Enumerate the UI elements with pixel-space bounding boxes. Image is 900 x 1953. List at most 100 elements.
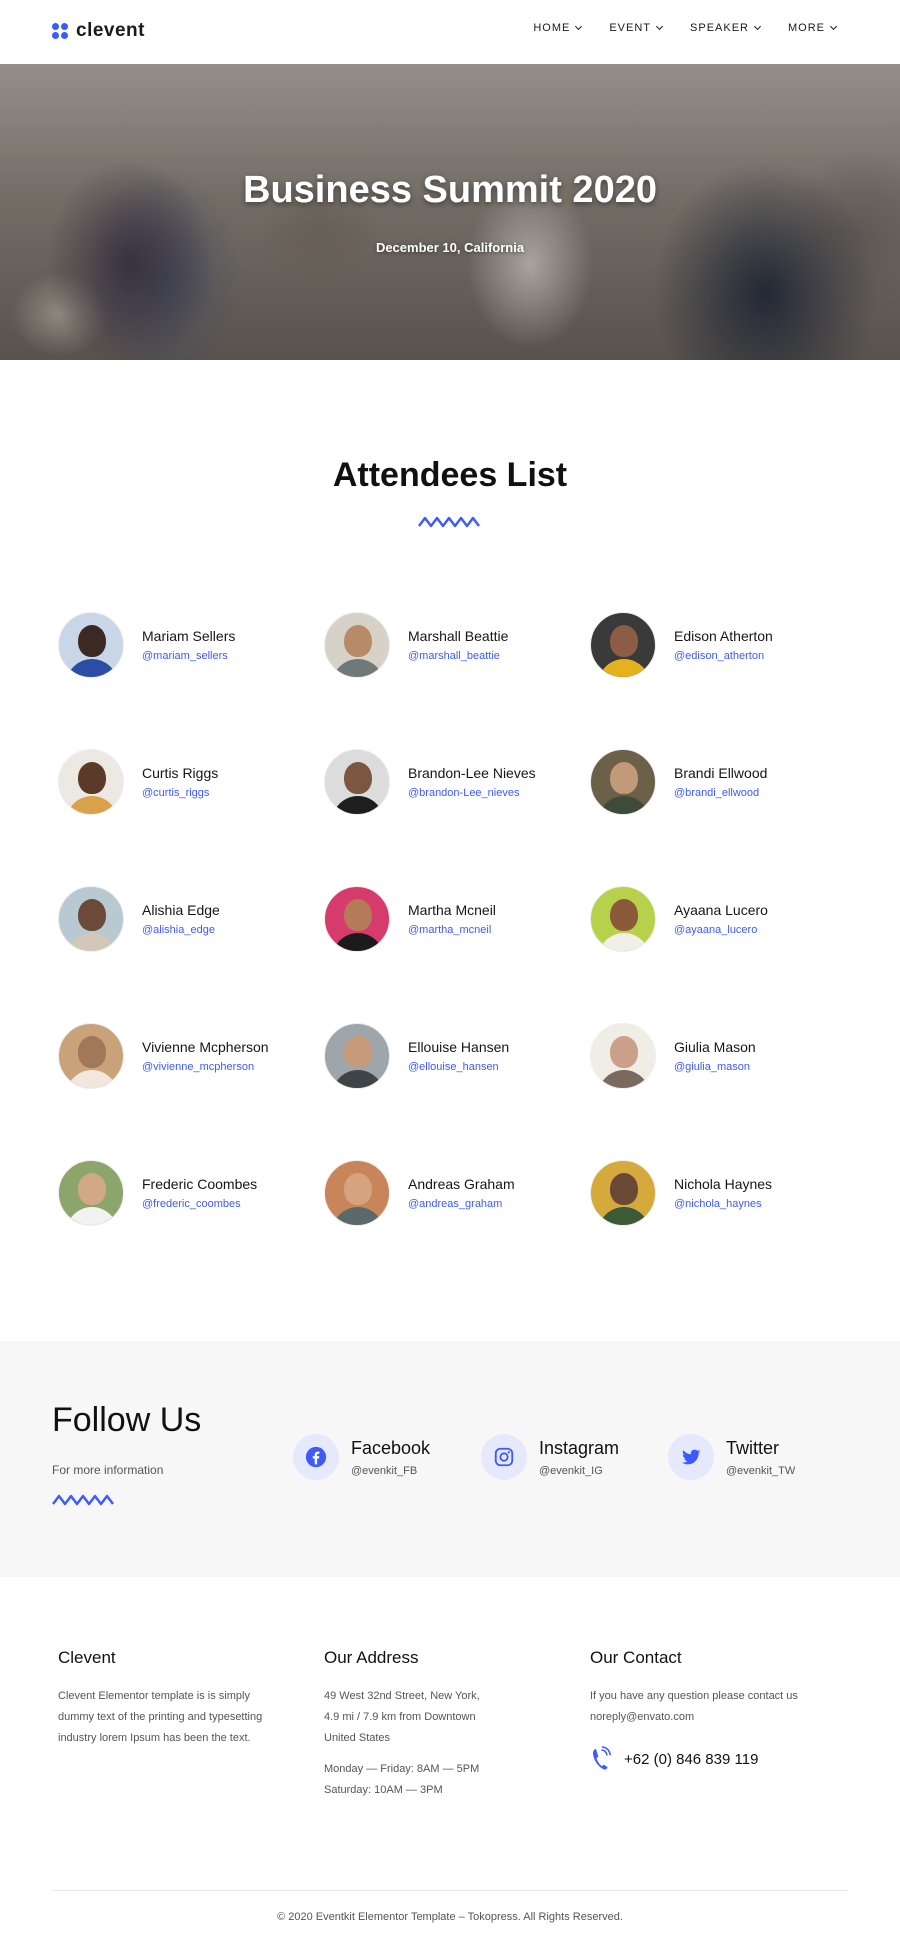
attendee-card: Giulia Mason @giulia_mason bbox=[590, 1021, 840, 1091]
attendee-avatar bbox=[590, 612, 656, 678]
attendee-handle-link[interactable]: @nichola_haynes bbox=[674, 1198, 772, 1210]
logo-icon bbox=[52, 23, 68, 39]
attendee-card: Vivienne Mcpherson @vivienne_mcpherson bbox=[58, 1021, 308, 1091]
hero-banner: Business Summit 2020 December 10, Califo… bbox=[0, 64, 900, 360]
social-twitter[interactable]: Twitter @evenkit_TW bbox=[668, 1434, 795, 1480]
footer-divider bbox=[52, 1890, 848, 1891]
attendee-avatar bbox=[324, 612, 390, 678]
attendee-handle-link[interactable]: @ayaana_lucero bbox=[674, 924, 768, 936]
attendee-handle-link[interactable]: @giulia_mason bbox=[674, 1061, 756, 1073]
attendee-name: Martha Mcneil bbox=[408, 902, 496, 918]
twitter-icon bbox=[668, 1434, 714, 1480]
attendee-name: Curtis Riggs bbox=[142, 765, 219, 781]
attendee-handle-link[interactable]: @curtis_riggs bbox=[142, 787, 218, 799]
nav-more[interactable]: MORE bbox=[788, 22, 838, 34]
attendee-card: Andreas Graham @andreas_graham bbox=[324, 1158, 574, 1228]
nav-speaker[interactable]: SPEAKER bbox=[690, 22, 762, 34]
follow-subtitle: For more information bbox=[52, 1463, 164, 1477]
attendee-name: Marshall Beattie bbox=[408, 628, 509, 644]
attendee-name: Giulia Mason bbox=[674, 1039, 756, 1055]
attendee-handle-link[interactable]: @marshall_beattie bbox=[408, 650, 508, 662]
follow-section: Follow Us For more information Facebook … bbox=[0, 1341, 900, 1577]
nav-label: HOME bbox=[533, 22, 571, 34]
footer-about: Clevent Clevent Elementor template is is… bbox=[58, 1648, 278, 1749]
attendee-handle-link[interactable]: @edison_atherton bbox=[674, 650, 773, 662]
attendee-handle-link[interactable]: @andreas_graham bbox=[408, 1198, 515, 1210]
phone-number: +62 (0) 846 839 119 bbox=[624, 1750, 759, 1768]
attendee-handle-link[interactable]: @brandi_ellwood bbox=[674, 787, 767, 799]
brand-name: clevent bbox=[76, 20, 145, 41]
site-header: clevent HOME EVENT SPEAKER MORE bbox=[0, 0, 900, 64]
chevron-down-icon bbox=[829, 22, 838, 31]
footer-contact-title: Our Contact bbox=[590, 1648, 682, 1667]
nav-label: MORE bbox=[788, 22, 825, 34]
footer-contact: Our Contact If you have any question ple… bbox=[590, 1648, 830, 1772]
attendee-card: Frederic Coombes @frederic_coombes bbox=[58, 1158, 308, 1228]
brand-logo[interactable]: clevent bbox=[52, 20, 145, 42]
attendee-name: Ellouise Hansen bbox=[408, 1039, 510, 1055]
social-handle: @evenkit_TW bbox=[726, 1464, 796, 1477]
social-instagram[interactable]: Instagram @evenkit_IG bbox=[481, 1434, 619, 1480]
hero-title: Business Summit 2020 bbox=[243, 169, 657, 211]
chevron-down-icon bbox=[575, 22, 583, 31]
attendee-name: Edison Atherton bbox=[674, 628, 773, 644]
footer-about-text: Clevent Elementor template is is simply … bbox=[58, 1690, 263, 1744]
attendee-card: Nichola Haynes @nichola_haynes bbox=[590, 1158, 840, 1228]
attendee-avatar bbox=[58, 1023, 124, 1089]
social-name: Twitter bbox=[726, 1437, 780, 1458]
attendee-avatar bbox=[58, 886, 124, 952]
attendee-name: Ayaana Lucero bbox=[674, 902, 768, 918]
social-handle: @evenkit_FB bbox=[351, 1464, 418, 1477]
footer-contact-email[interactable]: noreply@envato.com bbox=[590, 1707, 830, 1728]
attendee-handle-link[interactable]: @frederic_coombes bbox=[142, 1198, 257, 1210]
attendee-name: Brandon-Lee Nieves bbox=[408, 765, 536, 781]
attendee-name: Brandi Ellwood bbox=[674, 765, 768, 781]
footer-contact-text: If you have any question please contact … bbox=[590, 1690, 798, 1702]
attendee-handle-link[interactable]: @mariam_sellers bbox=[142, 650, 235, 662]
instagram-icon bbox=[481, 1434, 527, 1480]
nav-home[interactable]: HOME bbox=[533, 22, 583, 34]
footer-address: Our Address 49 West 32nd Street, New Yor… bbox=[324, 1648, 544, 1801]
social-name: Facebook bbox=[351, 1437, 431, 1458]
attendee-handle-link[interactable]: @vivienne_mcpherson bbox=[142, 1061, 269, 1073]
footer-address-text: 49 West 32nd Street, New York, 4.9 mi / … bbox=[324, 1690, 480, 1744]
copyright: © 2020 Eventkit Elementor Template – Tok… bbox=[277, 1911, 623, 1923]
main-nav: HOME EVENT SPEAKER MORE bbox=[533, 22, 838, 34]
attendee-card: Edison Atherton @edison_atherton bbox=[590, 610, 840, 680]
attendee-handle-link[interactable]: @martha_mcneil bbox=[408, 924, 496, 936]
attendee-avatar bbox=[58, 612, 124, 678]
social-facebook[interactable]: Facebook @evenkit_FB bbox=[293, 1434, 430, 1480]
social-name: Instagram bbox=[539, 1437, 620, 1458]
footer-about-title: Clevent bbox=[58, 1648, 116, 1667]
attendee-card: Mariam Sellers @mariam_sellers bbox=[58, 610, 308, 680]
attendee-avatar bbox=[58, 1160, 124, 1226]
attendee-name: Alishia Edge bbox=[142, 902, 220, 918]
nav-label: SPEAKER bbox=[690, 22, 749, 34]
chevron-down-icon bbox=[655, 22, 664, 31]
phone-icon bbox=[593, 1746, 611, 1770]
attendee-handle-link[interactable]: @ellouise_hansen bbox=[408, 1061, 509, 1073]
attendee-avatar bbox=[590, 1160, 656, 1226]
zigzag-divider-icon bbox=[52, 1494, 114, 1506]
attendee-avatar bbox=[590, 886, 656, 952]
attendee-card: Alishia Edge @alishia_edge bbox=[58, 884, 308, 954]
facebook-icon bbox=[293, 1434, 339, 1480]
attendee-name: Frederic Coombes bbox=[142, 1176, 258, 1192]
attendee-card: Ayaana Lucero @ayaana_lucero bbox=[590, 884, 840, 954]
social-handle: @evenkit_IG bbox=[539, 1464, 603, 1477]
footer-hours-weekday: Monday — Friday: 8AM — 5PM bbox=[324, 1763, 480, 1775]
follow-title: Follow Us bbox=[52, 1401, 202, 1439]
attendee-name: Vivienne Mcpherson bbox=[142, 1039, 269, 1055]
attendees-title: Attendees List bbox=[332, 456, 568, 494]
footer-phone[interactable]: +62 (0) 846 839 119 bbox=[590, 1746, 830, 1772]
nav-event[interactable]: EVENT bbox=[609, 22, 664, 34]
footer-address-title: Our Address bbox=[324, 1648, 419, 1667]
attendee-name: Nichola Haynes bbox=[674, 1176, 773, 1192]
attendee-name: Andreas Graham bbox=[408, 1176, 515, 1192]
attendee-handle-link[interactable]: @alishia_edge bbox=[142, 924, 220, 936]
attendee-handle-link[interactable]: @brandon-Lee_nieves bbox=[408, 787, 536, 799]
attendee-avatar bbox=[324, 1023, 390, 1089]
attendee-avatar bbox=[58, 749, 124, 815]
attendee-card: Brandon-Lee Nieves @brandon-Lee_nieves bbox=[324, 747, 574, 817]
footer-hours-saturday: Saturday: 10AM — 3PM bbox=[324, 1784, 443, 1796]
